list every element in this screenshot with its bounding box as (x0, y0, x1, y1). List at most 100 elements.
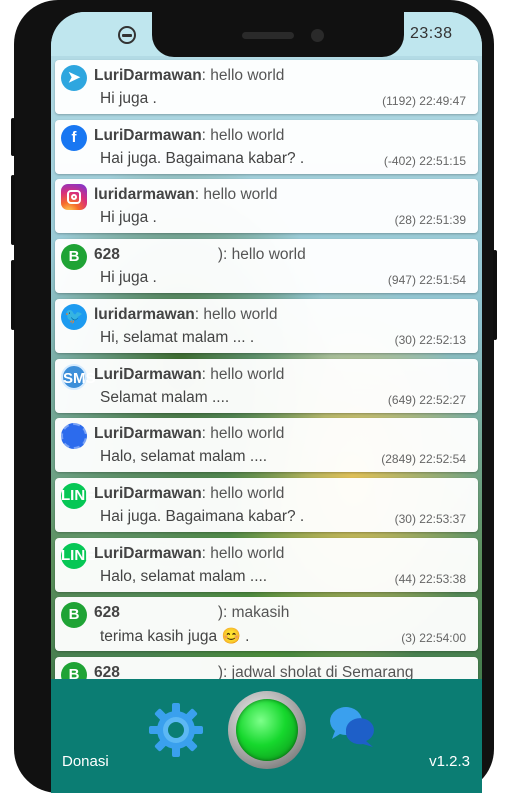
message-count: (30) (394, 511, 416, 526)
notification-message: Hi juga . (100, 269, 157, 287)
donate-button[interactable]: Donasi (62, 753, 109, 770)
notification-message: Hi juga . (100, 90, 157, 107)
notification-subject: : hello world (201, 425, 285, 443)
app-screen: 23:38 ➤ LuriDarmawan: hello world Hi juga … (51, 12, 482, 793)
notification-meta: (28) 22:51:39 (395, 213, 466, 227)
sender-name: luridarmawan (94, 305, 195, 323)
notification-card[interactable]: SMS LuriDarmawan: hello world Selamat mala… (55, 358, 478, 413)
sender-name: 628 (94, 246, 120, 264)
telegram-icon: ➤ (61, 65, 87, 91)
notification-card[interactable]: f LuriDarmawan: hello world Hai juga. Baga… (55, 119, 478, 174)
notification-title: LuriDarmawan: hello world (94, 485, 284, 503)
notification-title: LuriDarmawan: hello world (94, 425, 284, 443)
notification-card[interactable]: B 628): makasih terima kasih juga 😊 . (3) 2… (55, 597, 478, 652)
line-icon: LINE (61, 482, 95, 509)
facebook-icon: f (61, 124, 87, 151)
notification-card[interactable]: LINE LuriDarmawan: hello world Halo, selam… (55, 537, 478, 592)
notification-title: 628 ): jadwal sholat di Semarang (94, 664, 413, 679)
notification-title: luridarmawan: hello world (94, 306, 278, 324)
notification-subject: ): hello world (217, 246, 306, 264)
message-count: (-402) (383, 153, 416, 168)
notification-card[interactable]: LuriDarmawan: hello world Halo, selamat m… (55, 418, 478, 473)
notification-time: 22:54:00 (419, 631, 466, 646)
notification-subject: : hello world (201, 544, 285, 562)
notification-title: luridarmawan: hello world (94, 186, 278, 204)
notification-message: Halo, selamat malam .... (100, 567, 268, 585)
power-side-button (11, 118, 15, 156)
notification-card[interactable]: B 628 ): hello world Hi juga . (947) 22:51:5… (55, 239, 478, 294)
sender-name: LuriDarmawan (94, 544, 202, 562)
message-count: (28) (394, 213, 416, 228)
notification-title: LuriDarmawan: hello world (94, 67, 284, 85)
message-count: (30) (394, 332, 416, 347)
instagram-icon (61, 184, 87, 211)
message-count: (649) (387, 392, 416, 407)
message-count: (3) (401, 631, 416, 646)
signal-icon (61, 423, 87, 450)
notification-title: LuriDarmawan: hello world (94, 127, 284, 145)
notification-meta: (1192) 22:49:47 (382, 94, 466, 108)
whatsapp-business-icon: B (61, 244, 87, 271)
notification-time: 22:52:54 (419, 452, 466, 467)
sms-icon: SMS (61, 363, 96, 390)
whatsapp-business-icon: B (61, 662, 87, 679)
chat-bubbles-icon[interactable] (326, 701, 378, 753)
notification-meta: (649) 22:52:27 (388, 393, 466, 407)
gear-icon[interactable] (147, 701, 205, 759)
sender-name: 628 (94, 604, 120, 622)
whatsapp-business-icon: B (61, 602, 87, 629)
sender-name: LuriDarmawan (94, 67, 202, 84)
sender-name: LuriDarmawan (94, 365, 202, 383)
version-label: v1.2.3 (429, 753, 470, 770)
notification-subject: ): jadwal sholat di Semarang (217, 664, 414, 679)
phone-frame: 23:38 ➤ LuriDarmawan: hello world Hi juga … (11, 0, 497, 793)
message-count: (947) (387, 273, 416, 288)
sender-name: 628 (94, 664, 120, 679)
notification-time: 22:51:39 (419, 213, 466, 228)
notification-subject: : hello world (201, 484, 285, 502)
volume-side-button (11, 175, 15, 245)
line-icon: LINE (61, 542, 95, 569)
notification-title: 628 ): makasih (94, 604, 289, 622)
notification-meta: (44) 22:53:38 (395, 572, 466, 586)
notification-meta: (2849) 22:52:54 (381, 452, 466, 466)
sender-name: LuriDarmawan (94, 126, 202, 144)
power-indicator (236, 699, 298, 761)
sender-name: luridarmawan (94, 186, 195, 204)
notification-list[interactable]: ➤ LuriDarmawan: hello world Hi juga . (1192… (51, 57, 482, 679)
notification-subject: : hello world (194, 186, 278, 204)
notification-meta: (30) 22:53:37 (395, 512, 466, 526)
notification-subject: ): makasih (217, 604, 290, 622)
notification-subject: : hello world (194, 305, 278, 323)
notification-card[interactable]: LINE LuriDarmawan: hello world Hai juga. B… (55, 477, 478, 532)
notification-card[interactable]: luridarmawan: hello world Hi juga . (28) 2… (55, 179, 478, 234)
notification-meta: (947) 22:51:54 (388, 273, 466, 287)
notification-card[interactable]: ➤ LuriDarmawan: hello world Hi juga . (1192… (55, 60, 478, 114)
status-time: 23:38 (410, 25, 453, 42)
message-count: (2849) (381, 452, 416, 467)
power-button-icon[interactable] (228, 691, 306, 769)
front-camera (311, 29, 324, 42)
compass-icon (118, 26, 136, 44)
sender-name: LuriDarmawan (94, 425, 202, 443)
notification-message: Selamat malam .... (100, 388, 230, 406)
notification-subject: : hello world (201, 365, 285, 383)
notification-subject: : hello world (201, 126, 285, 144)
notification-time: 22:52:13 (419, 332, 466, 347)
notification-message: Hi juga . (100, 209, 157, 227)
notification-message: Halo, selamat malam .... (100, 448, 268, 466)
volume-side-button-2 (11, 260, 15, 330)
notification-time: 22:51:54 (419, 273, 466, 288)
notification-card[interactable]: 🐦 luridarmawan: hello world Hi, selamat ma… (55, 298, 478, 353)
notification-time: 22:51:15 (419, 153, 466, 168)
notification-time: 22:52:27 (419, 392, 466, 407)
message-count: (1192) (382, 94, 416, 108)
notification-meta: (3) 22:54:00 (401, 631, 466, 645)
notification-message: Hi, selamat malam ... . (100, 328, 255, 346)
bottom-toolbar: Donasi v1.2.3 (51, 679, 482, 793)
right-side-button (493, 250, 497, 340)
notification-title: LuriDarmawan: hello world (94, 545, 284, 563)
notification-card[interactable]: B 628 ): jadwal sholat di Semarang (55, 657, 478, 679)
notification-time: 22:53:38 (419, 571, 466, 586)
notification-message: Hai juga. Bagaimana kabar? . (100, 149, 305, 167)
